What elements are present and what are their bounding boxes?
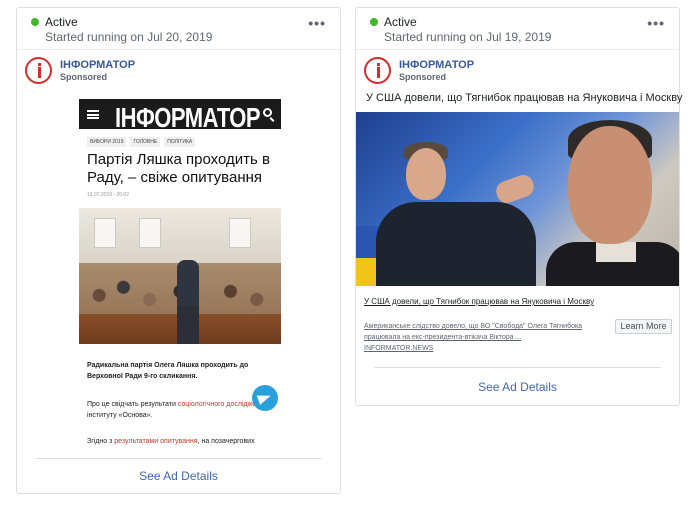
see-ad-details-link[interactable]: See Ad Details [356, 380, 679, 394]
article-date: 19.07.2019 - 20:02 [87, 192, 129, 198]
ad-body-text: У США довели, що Тягнибок працював на Ян… [366, 92, 683, 104]
article-tag: ГОЛОВНЕ [130, 137, 161, 147]
link-title[interactable]: У США довели, що Тягнибок працював на Ян… [364, 296, 602, 308]
status-indicator: Active [31, 15, 78, 29]
active-dot-icon [370, 18, 378, 26]
see-ad-details-link[interactable]: See Ad Details [17, 469, 340, 483]
learn-more-button[interactable]: Learn More [615, 319, 672, 334]
article-tags: ВИБОРИ 2019 ГОЛОВНЕ ПОЛІТИКА [87, 137, 196, 147]
advertiser-name[interactable]: ІНФОРМАТОР [60, 59, 135, 71]
article-paragraph: Про це свідчать результати соціологічног… [87, 401, 268, 419]
ad-card: Active Started running on Jul 19, 2019 •… [355, 7, 683, 406]
divider [374, 367, 661, 368]
link-domain[interactable]: INFORMATOR.NEWS [364, 345, 433, 352]
active-dot-icon [31, 18, 39, 26]
sponsored-label: Sponsored [399, 72, 447, 82]
article-tag: ПОЛІТИКА [164, 137, 196, 147]
status-label: Active [45, 15, 78, 29]
advertiser-logo-icon[interactable] [25, 57, 52, 84]
start-date: Started running on Jul 20, 2019 [45, 30, 213, 44]
advertiser-logo-icon[interactable] [364, 57, 391, 84]
ad-image[interactable] [356, 112, 679, 286]
article-tag: ВИБОРИ 2019 [87, 137, 127, 147]
status-label: Active [384, 15, 417, 29]
divider [35, 458, 322, 459]
divider [356, 49, 679, 50]
divider [17, 49, 340, 50]
article-paragraph: Згідно з результатами опитування, на поз… [87, 438, 255, 445]
article-title: Партія Ляшка проходить в Раду, – свіже о… [87, 151, 270, 186]
advertiser-name[interactable]: ІНФОРМАТОР [399, 59, 474, 71]
search-icon [263, 108, 272, 117]
article-link: результатами опитування [114, 438, 198, 445]
article-brand-logo: ІНФОРМАТОР [115, 102, 261, 134]
article-paragraph: Радикальна партія Олега Ляшка проходить … [87, 362, 249, 380]
link-description[interactable]: Американське слідство довело, що ВО "Сво… [364, 321, 589, 343]
telegram-icon [252, 385, 278, 411]
article-header: ІНФОРМАТОР [79, 99, 281, 133]
sponsored-label: Sponsored [60, 72, 108, 82]
more-options-icon[interactable]: ••• [647, 16, 665, 30]
status-indicator: Active [370, 15, 417, 29]
ad-card: Active Started running on Jul 20, 2019 •… [16, 7, 341, 494]
more-options-icon[interactable]: ••• [308, 16, 326, 30]
menu-icon [87, 110, 99, 119]
article-photo [79, 208, 281, 344]
start-date: Started running on Jul 19, 2019 [384, 30, 552, 44]
